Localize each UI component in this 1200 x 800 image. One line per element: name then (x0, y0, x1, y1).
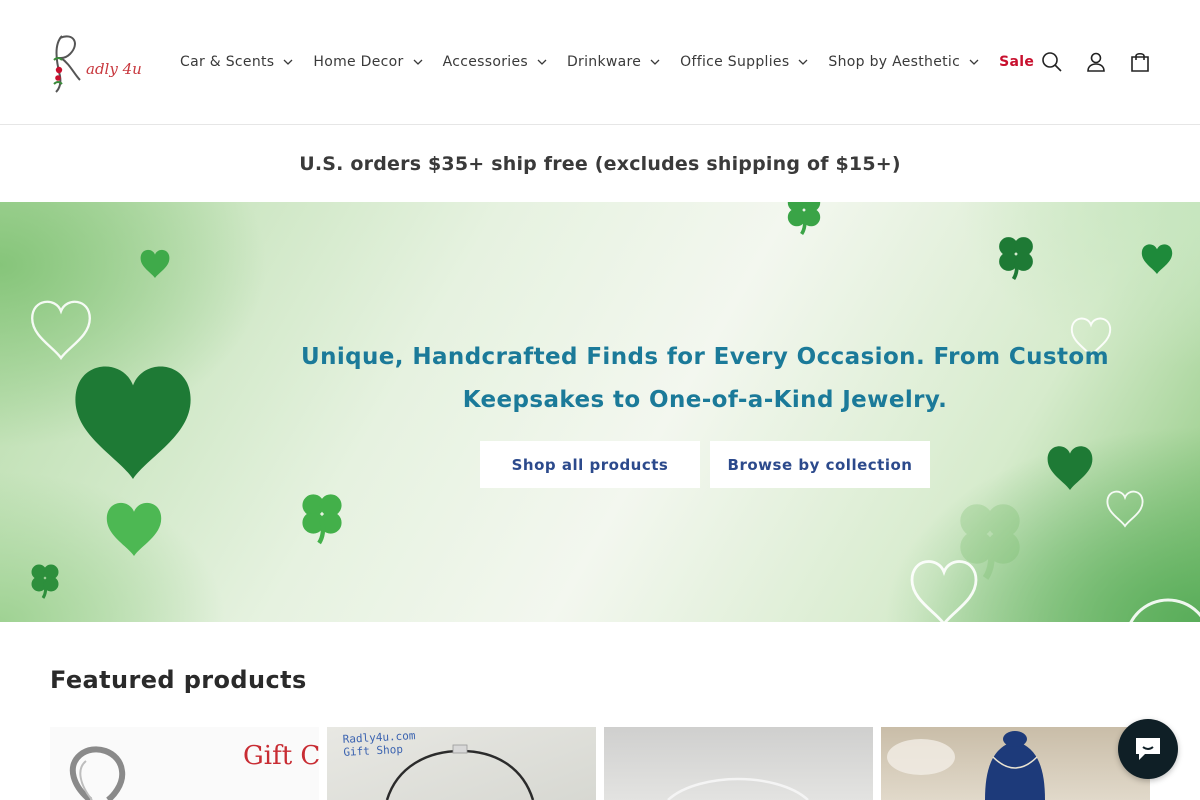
nav-item-accessories[interactable]: Accessories (433, 54, 557, 70)
hero-banner: Unique, Handcrafted Finds for Every Occa… (0, 202, 1200, 622)
product-card[interactable] (604, 727, 873, 800)
main-nav: Car & Scents Home Decor Accessories Drin… (170, 44, 1044, 80)
announcement-text: U.S. orders $35+ ship free (excludes shi… (299, 153, 901, 175)
chevron-down-icon (650, 59, 660, 65)
nav-item-label: Accessories (442, 54, 528, 70)
chevron-down-icon (283, 59, 293, 65)
product-image (887, 731, 1045, 800)
site-header: adly 4u Car & Scents Home Decor Accessor… (0, 0, 1200, 125)
heart-icon (1141, 244, 1173, 274)
heart-outline-icon (1106, 490, 1144, 527)
nav-item-label: Drinkware (566, 54, 642, 70)
nav-item-sale[interactable]: Sale (989, 54, 1044, 70)
nav-item-car-scents[interactable]: Car & Scents (170, 54, 303, 70)
nav-item-label: Shop by Aesthetic (828, 54, 961, 70)
nav-item-office-supplies[interactable]: Office Supplies (670, 54, 818, 70)
brand-logo[interactable]: adly 4u (48, 30, 144, 96)
chevron-down-icon (798, 59, 808, 65)
product-card[interactable] (881, 727, 1150, 800)
svg-text:adly 4u: adly 4u (86, 60, 142, 78)
heart-icon (106, 502, 162, 556)
chat-icon (1136, 738, 1160, 760)
heart-outline-icon (31, 300, 91, 360)
browse-by-collection-button[interactable]: Browse by collection (710, 441, 930, 488)
shamrock-icon (30, 563, 60, 600)
announcement-bar: U.S. orders $35+ ship free (excludes shi… (0, 126, 1200, 202)
hero-buttons: Shop all products Browse by collection (480, 441, 930, 488)
cart-icon[interactable] (1126, 40, 1154, 84)
nav-item-drinkware[interactable]: Drinkware (557, 54, 670, 70)
search-icon[interactable] (1038, 40, 1066, 84)
product-card[interactable]: Radly4u.com Gift Shop (327, 727, 596, 800)
product-image (667, 777, 809, 800)
nav-item-shop-by-aesthetic[interactable]: Shop by Aesthetic (818, 54, 989, 70)
nav-item-home-decor[interactable]: Home Decor (303, 54, 432, 70)
header-icons (1038, 40, 1154, 84)
shamrock-icon (997, 235, 1035, 281)
chevron-down-icon (969, 59, 979, 65)
shamrock-icon (786, 202, 822, 236)
product-image-text: Radly4u.com Gift Shop (342, 729, 416, 759)
nav-item-label: Car & Scents (180, 54, 275, 70)
product-card[interactable]: Gift C (50, 727, 319, 800)
chevron-down-icon (537, 59, 547, 65)
chevron-down-icon (413, 59, 423, 65)
heart-outline-icon (910, 560, 978, 622)
hero-title: Unique, Handcrafted Finds for Every Occa… (301, 344, 1109, 413)
account-icon[interactable] (1082, 40, 1110, 84)
nav-item-label: Home Decor (313, 54, 404, 70)
chat-button[interactable] (1118, 719, 1178, 779)
featured-products-grid: Gift C Radly4u.com Gift Shop (50, 727, 1150, 800)
heart-icon (75, 366, 191, 479)
nav-item-label: Office Supplies (680, 54, 790, 70)
featured-products-heading: Featured products (50, 666, 307, 694)
product-image-text: Gift C (243, 741, 319, 771)
heart-icon (1047, 446, 1093, 490)
shamrock-icon (303, 495, 341, 543)
heart-icon (140, 249, 170, 278)
nav-item-label: Sale (999, 54, 1035, 70)
shop-all-products-button[interactable]: Shop all products (480, 441, 700, 488)
